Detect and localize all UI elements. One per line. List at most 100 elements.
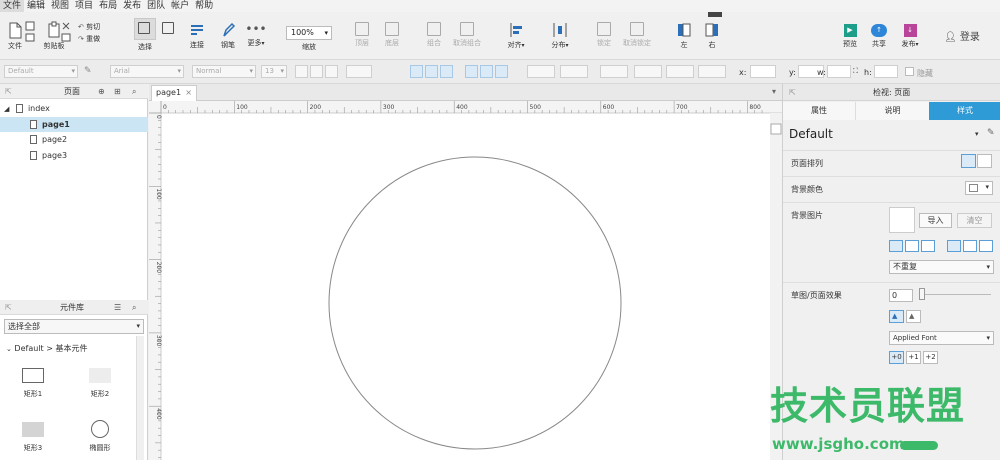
more-button[interactable]: ••• 更多▾: [242, 22, 270, 48]
sketch-slider-track[interactable]: [919, 294, 991, 295]
w-input[interactable]: [827, 65, 851, 78]
lock-ratio-icon[interactable]: ⛶: [853, 67, 858, 76]
scissors-icon[interactable]: [60, 21, 72, 45]
valign-top-button[interactable]: [465, 65, 478, 78]
align-button[interactable]: 对齐▾: [502, 22, 530, 50]
library-item-rect1[interactable]: 矩形1: [13, 368, 53, 399]
page-tree-item[interactable]: page3: [0, 148, 148, 163]
menu-edit[interactable]: 编辑: [24, 0, 48, 12]
import-button[interactable]: 导入: [919, 213, 952, 228]
library-item-rect2[interactable]: 矩形2: [80, 368, 120, 399]
library-select[interactable]: 选择全部 ▾: [4, 319, 144, 334]
align-right-text-button[interactable]: [440, 65, 453, 78]
menu-team[interactable]: 团队: [144, 0, 168, 12]
arrow-style-button[interactable]: [698, 65, 726, 78]
library-item-ellipse[interactable]: 椭圆形: [80, 420, 120, 453]
font-weight-select[interactable]: Normal: [192, 65, 256, 78]
page-tree-root[interactable]: ◢ index: [0, 101, 148, 116]
bg-align-bottom-button[interactable]: [979, 240, 993, 252]
menu-layout[interactable]: 布局: [96, 0, 120, 12]
sketch-value-input[interactable]: 0: [889, 289, 913, 302]
chevron-down-icon[interactable]: ▾: [975, 130, 979, 138]
library-item-rect3[interactable]: 矩形3: [13, 422, 53, 453]
color-mode-button[interactable]: ▲: [889, 310, 904, 323]
underline-button[interactable]: [325, 65, 338, 78]
style-edit-icon[interactable]: ✎: [987, 128, 995, 138]
pen-button[interactable]: 钢笔: [214, 22, 242, 50]
bold-button[interactable]: [295, 65, 308, 78]
bg-align-top-button[interactable]: [947, 240, 961, 252]
search-icon[interactable]: ⌕: [132, 84, 136, 99]
page-align-left-button[interactable]: [961, 154, 976, 168]
fill-color-button[interactable]: [527, 65, 555, 78]
redo-button[interactable]: ↷ 重做: [78, 34, 110, 44]
select-button[interactable]: 选择: [128, 18, 162, 52]
hidden-checkbox[interactable]: [905, 67, 914, 76]
file-button[interactable]: 文件: [4, 21, 26, 51]
publish-button[interactable]: ↓ 发布▾: [898, 24, 922, 49]
right-button[interactable]: 右: [702, 22, 722, 50]
tab-properties[interactable]: 属性: [783, 102, 856, 120]
zoom-select[interactable]: 100% ▾: [286, 26, 332, 40]
grayscale-mode-button[interactable]: ▲: [906, 310, 921, 323]
page-tree-item[interactable]: page1: [0, 117, 148, 132]
menu-publish[interactable]: 发布: [120, 0, 144, 12]
bg-align-left-button[interactable]: [889, 240, 903, 252]
bring-top-button[interactable]: 顶层: [350, 22, 374, 48]
distribute-button[interactable]: 分布▾: [546, 22, 574, 50]
bg-align-center-button[interactable]: [905, 240, 919, 252]
cut-button[interactable]: ↶ 剪切: [78, 22, 110, 32]
font-size-plus1-button[interactable]: +1: [906, 351, 921, 364]
font-select[interactable]: Arial: [110, 65, 184, 78]
page-tree-item[interactable]: page2: [0, 132, 148, 147]
chevron-down-icon[interactable]: ▾: [772, 87, 776, 96]
search-icon[interactable]: ⌕: [132, 300, 136, 315]
add-page-icon[interactable]: ⊕: [98, 84, 105, 99]
repeat-select[interactable]: 不重复 ▾: [889, 260, 994, 274]
page-align-center-button[interactable]: [977, 154, 992, 168]
menu-help[interactable]: 帮助: [192, 0, 216, 12]
font-color-button[interactable]: [346, 65, 372, 78]
connect-button[interactable]: 连接: [183, 22, 211, 50]
line-color-button[interactable]: [600, 65, 628, 78]
close-icon[interactable]: ×: [185, 86, 192, 100]
align-center-text-button[interactable]: [425, 65, 438, 78]
line-style-button[interactable]: [666, 65, 694, 78]
menu-account[interactable]: 帐户: [168, 0, 192, 12]
menu-view[interactable]: 视图: [48, 0, 72, 12]
menu-icon[interactable]: ☰: [114, 300, 121, 315]
collapse-icon[interactable]: ⇱: [5, 300, 12, 315]
menu-project[interactable]: 项目: [72, 0, 96, 12]
h-input[interactable]: [874, 65, 898, 78]
send-bottom-button[interactable]: 底层: [380, 22, 404, 48]
font-size-plus0-button[interactable]: +0: [889, 351, 904, 364]
x-input[interactable]: [750, 65, 776, 78]
left-button[interactable]: 左: [674, 22, 694, 50]
share-button[interactable]: ↑ 共享: [868, 24, 890, 49]
select-mode-icon[interactable]: [160, 22, 176, 34]
tree-expand-icon[interactable]: ◢: [4, 105, 9, 113]
ellipse-shape[interactable]: [328, 156, 622, 450]
sketch-slider-handle[interactable]: [919, 288, 925, 300]
library-scrollbar[interactable]: [136, 336, 144, 460]
style-edit-icon[interactable]: ✎: [84, 66, 92, 76]
bg-align-right-button[interactable]: [921, 240, 935, 252]
tab-notes[interactable]: 说明: [856, 102, 929, 120]
valign-middle-button[interactable]: [480, 65, 493, 78]
group-button[interactable]: 组合: [422, 22, 446, 48]
scroll-thumb[interactable]: [770, 123, 782, 135]
unlock-button[interactable]: 取消锁定: [620, 22, 654, 48]
bg-align-middle-button[interactable]: [963, 240, 977, 252]
preview-button[interactable]: ▶ 预览: [840, 24, 860, 49]
login-button[interactable]: 👤︎ 登录: [944, 28, 980, 43]
shadow-button[interactable]: [560, 65, 588, 78]
font-size-plus2-button[interactable]: +2: [923, 351, 938, 364]
tab-style[interactable]: 样式: [929, 102, 1000, 120]
italic-button[interactable]: [310, 65, 323, 78]
library-group-header[interactable]: ⌄ Default > 基本元件: [6, 343, 87, 354]
font-size-select[interactable]: 13: [261, 65, 287, 78]
ungroup-button[interactable]: 取消组合: [450, 22, 484, 48]
collapse-icon[interactable]: ⇱: [5, 84, 12, 99]
font-family-select[interactable]: Applied Font ▾: [889, 331, 994, 345]
line-width-button[interactable]: [634, 65, 662, 78]
